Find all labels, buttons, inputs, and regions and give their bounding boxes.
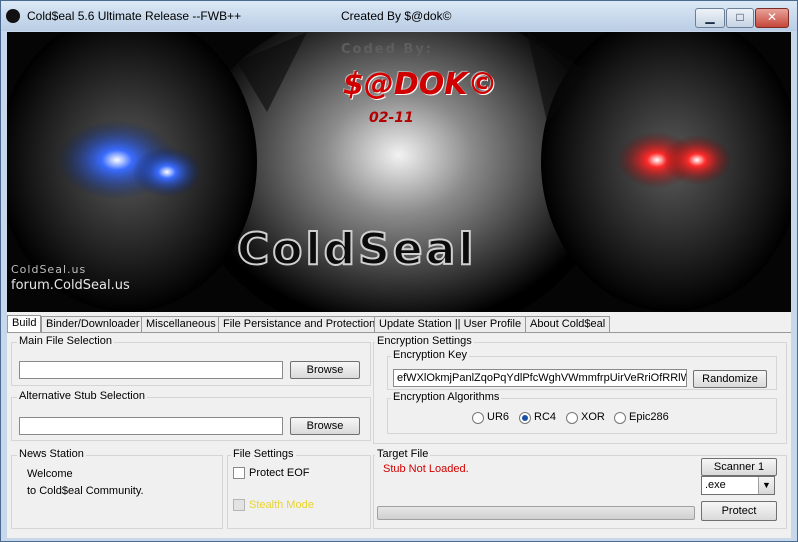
- radio-ur6-label: UR6: [487, 411, 510, 423]
- client-area: Coded By: $@DOK© 02-11 ColdSeal ColdSeal…: [7, 32, 791, 538]
- close-button[interactable]: ✕: [755, 8, 789, 28]
- maximize-button[interactable]: □: [726, 8, 754, 28]
- banner-image: Coded By: $@DOK© 02-11 ColdSeal ColdSeal…: [7, 32, 791, 312]
- minimize-button[interactable]: ▁: [695, 8, 725, 28]
- encryption-key-label: Encryption Key: [391, 349, 469, 361]
- window-credit: Created By $@dok©: [341, 9, 452, 23]
- radio-xor-label: XOR: [581, 411, 605, 423]
- author-logo: $@DOK©: [343, 67, 498, 102]
- chevron-down-icon[interactable]: ▼: [758, 477, 774, 494]
- tab-file-persistance[interactable]: File Persistance and Protection: [218, 316, 381, 332]
- alt-stub-browse-button[interactable]: Browse: [290, 417, 360, 435]
- radio-selected-dot: [522, 415, 528, 421]
- site-url: ColdSeal.us: [11, 263, 87, 276]
- title-bar[interactable]: Cold$eal 5.6 Ultimate Release --FWB++ Cr…: [1, 1, 797, 31]
- window-title: Cold$eal 5.6 Ultimate Release --FWB++: [27, 9, 242, 23]
- tab-about[interactable]: About Cold$eal: [525, 316, 611, 332]
- scanner-button[interactable]: Scanner 1: [701, 458, 777, 476]
- radio-rc4[interactable]: [519, 412, 531, 424]
- tab-miscellaneous[interactable]: Miscellaneous: [141, 316, 221, 332]
- main-file-input[interactable]: [19, 361, 283, 379]
- radio-rc4-label: RC4: [534, 411, 557, 423]
- randomize-button[interactable]: Randomize: [693, 370, 767, 388]
- coded-by-text: Coded By:: [341, 42, 434, 57]
- file-settings-label: File Settings: [231, 448, 296, 460]
- tab-strip: Build Binder/Downloader Miscellaneous Fi…: [7, 315, 791, 333]
- main-file-label: Main File Selection: [17, 335, 114, 347]
- app-icon: [6, 9, 20, 23]
- radio-epic286-label: Epic286: [629, 411, 669, 423]
- build-tab-panel: Main File Selection Browse Alternative S…: [7, 332, 791, 538]
- radio-epic286[interactable]: [614, 412, 626, 424]
- release-date: 02-11: [369, 110, 414, 126]
- protect-button[interactable]: Protect: [701, 501, 777, 521]
- target-status-text: Stub Not Loaded.: [383, 463, 469, 475]
- news-line-1: Welcome: [27, 468, 73, 480]
- alt-stub-label: Alternative Stub Selection: [17, 390, 147, 402]
- main-file-browse-button[interactable]: Browse: [290, 361, 360, 379]
- protect-eof-checkbox[interactable]: [233, 467, 245, 479]
- target-file-label: Target File: [375, 448, 431, 460]
- stealth-mode-checkbox[interactable]: [233, 499, 245, 511]
- algorithms-label: Encryption Algorithms: [391, 391, 502, 403]
- protect-eof-label: Protect EOF: [249, 467, 310, 479]
- encryption-label: Encryption Settings: [375, 335, 474, 347]
- radio-ur6[interactable]: [472, 412, 484, 424]
- stealth-mode-label: Stealth Mode: [249, 499, 314, 511]
- encryption-key-input[interactable]: efWXlOkmjPanlZqoPqYdlPfcWghVWmmfrpUirVeR…: [393, 369, 687, 387]
- tab-update-station[interactable]: Update Station || User Profile: [374, 316, 527, 332]
- news-line-2: to Cold$eal Community.: [27, 485, 144, 497]
- protect-progress-bar: [377, 506, 695, 520]
- tab-binder-downloader[interactable]: Binder/Downloader: [41, 316, 145, 332]
- coldseal-logo: ColdSeal: [236, 223, 477, 276]
- forum-url: forum.ColdSeal.us: [11, 278, 130, 293]
- news-label: News Station: [17, 448, 86, 460]
- radio-xor[interactable]: [566, 412, 578, 424]
- alt-stub-input[interactable]: [19, 417, 283, 435]
- extension-dropdown[interactable]: .exe ▼: [701, 476, 775, 495]
- extension-value: .exe: [705, 479, 726, 491]
- tab-build[interactable]: Build: [7, 315, 42, 333]
- app-window: Cold$eal 5.6 Ultimate Release --FWB++ Cr…: [0, 0, 798, 542]
